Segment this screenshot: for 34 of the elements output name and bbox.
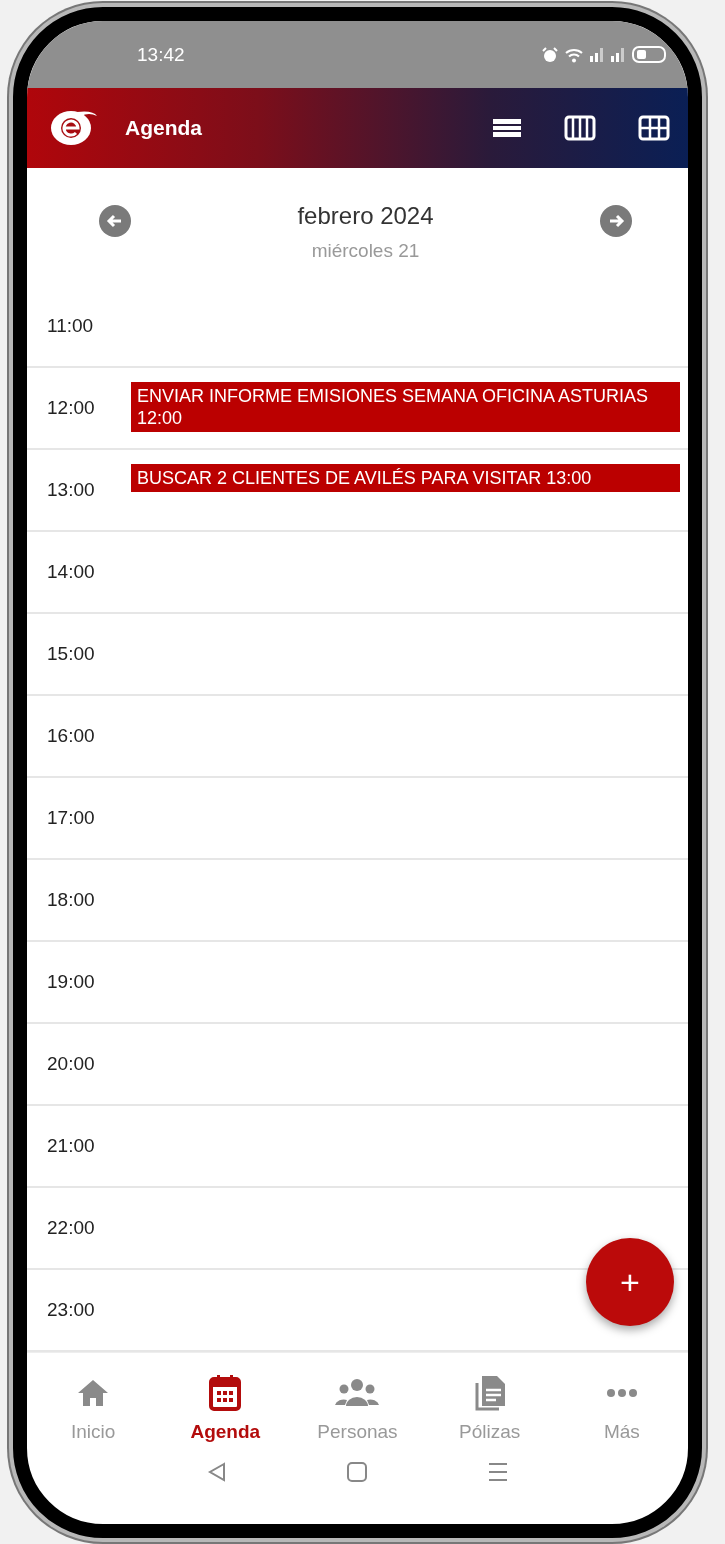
nav-tab[interactable]: Agenda: [165, 1365, 286, 1443]
hour-label: 20:00: [46, 1053, 96, 1075]
status-time: 13:42: [137, 43, 185, 66]
hour-label: 15:00: [46, 643, 96, 665]
list-view-icon[interactable]: [492, 117, 522, 139]
event-block[interactable]: ENVIAR INFORME EMISIONES SEMANA OFICINA ASTURIAS 12:00: [131, 382, 680, 432]
hour-label: 23:00: [46, 1299, 96, 1321]
header-title: Agenda: [125, 116, 203, 140]
battery-icon: [632, 46, 666, 63]
month-label: febrero 2024: [297, 202, 434, 230]
add-button[interactable]: +: [586, 1238, 674, 1326]
signal-icon: [611, 47, 626, 62]
hour-label: 12:00: [46, 397, 96, 419]
day-label: miércoles 21: [311, 240, 420, 262]
signal-icon: [590, 47, 605, 62]
month-view-icon[interactable]: [638, 115, 670, 141]
hour-label: 19:00: [46, 971, 96, 993]
hour-label: 22:00: [46, 1217, 96, 1239]
hour-label: 16:00: [46, 725, 96, 747]
home-button-icon[interactable]: [346, 1461, 369, 1483]
calendar-icon: [208, 1374, 243, 1412]
recents-icon[interactable]: [486, 1461, 509, 1483]
hour-label: 18:00: [46, 889, 96, 911]
more-icon: [604, 1389, 639, 1397]
wifi-icon: [564, 46, 584, 63]
event-block[interactable]: BUSCAR 2 CLIENTES DE AVILÉS PARA VISITAR 13:00: [131, 464, 680, 492]
alarm-icon: [542, 46, 558, 63]
hour-label: 17:00: [46, 807, 96, 829]
hour-label: 11:00: [46, 315, 95, 337]
hour-label: 14:00: [46, 561, 96, 583]
people-icon: [334, 1378, 381, 1408]
hour-label: 21:00: [46, 1135, 96, 1157]
hour-label: 13:00: [46, 479, 96, 501]
week-view-icon[interactable]: [564, 115, 596, 141]
